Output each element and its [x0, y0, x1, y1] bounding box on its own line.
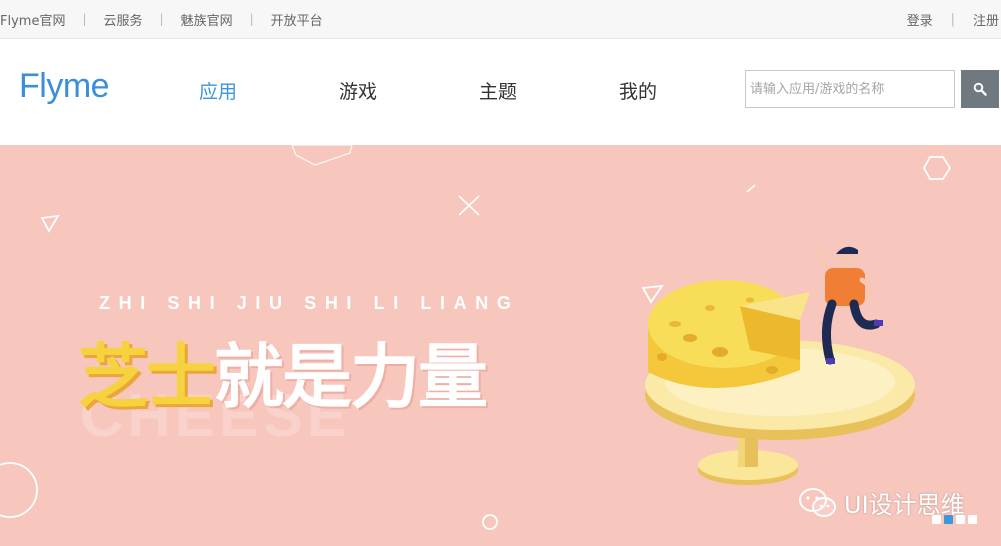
login-link[interactable]: 登录 — [907, 10, 933, 29]
top-links: Flyme官网 | 云服务 | 魅族官网 | 开放平台 — [0, 0, 323, 38]
main-header: Flyme 应用 游戏 主题 我的 — [0, 39, 1001, 145]
banner-title: 芝士就是力量 — [78, 321, 488, 422]
carousel-dot[interactable] — [968, 515, 977, 524]
search-input[interactable] — [745, 70, 955, 108]
flyme-official-link[interactable]: Flyme官网 — [0, 10, 65, 29]
nav-themes[interactable]: 主题 — [479, 77, 517, 104]
divider: | — [159, 12, 164, 26]
flyme-logo[interactable]: Flyme — [19, 67, 110, 106]
banner-title-highlight: 芝士 — [78, 336, 216, 418]
register-link[interactable]: 注册 — [973, 10, 999, 29]
banner-pinyin: ZHI SHI JIU SHI LI LIANG — [99, 293, 520, 313]
account-links: 登录 | 注册 — [907, 0, 1001, 38]
nav-apps[interactable]: 应用 — [199, 77, 237, 104]
carousel-dot[interactable] — [932, 515, 941, 524]
cloud-service-link[interactable]: 云服务 — [104, 10, 143, 29]
nav-mine[interactable]: 我的 — [619, 77, 657, 104]
open-platform-link[interactable]: 开放平台 — [271, 10, 323, 29]
hero-banner[interactable]: CHEESE ZHI SHI JIU SHI LI LIANG 芝士就是力量 U… — [0, 145, 1001, 546]
divider: | — [82, 12, 87, 26]
carousel-indicators — [932, 515, 977, 524]
search-button[interactable] — [961, 70, 999, 108]
carousel-dot[interactable] — [956, 515, 965, 524]
divider: | — [950, 11, 955, 27]
banner-title-rest: 就是力量 — [214, 336, 488, 418]
carousel-dot-active[interactable] — [944, 515, 953, 524]
wechat-icon — [799, 487, 836, 517]
meizu-official-link[interactable]: 魅族官网 — [181, 10, 233, 29]
divider: | — [249, 12, 254, 26]
top-utility-bar: Flyme官网 | 云服务 | 魅族官网 | 开放平台 登录 | 注册 — [0, 0, 1001, 39]
search-icon — [973, 82, 987, 96]
nav-games[interactable]: 游戏 — [339, 77, 377, 104]
